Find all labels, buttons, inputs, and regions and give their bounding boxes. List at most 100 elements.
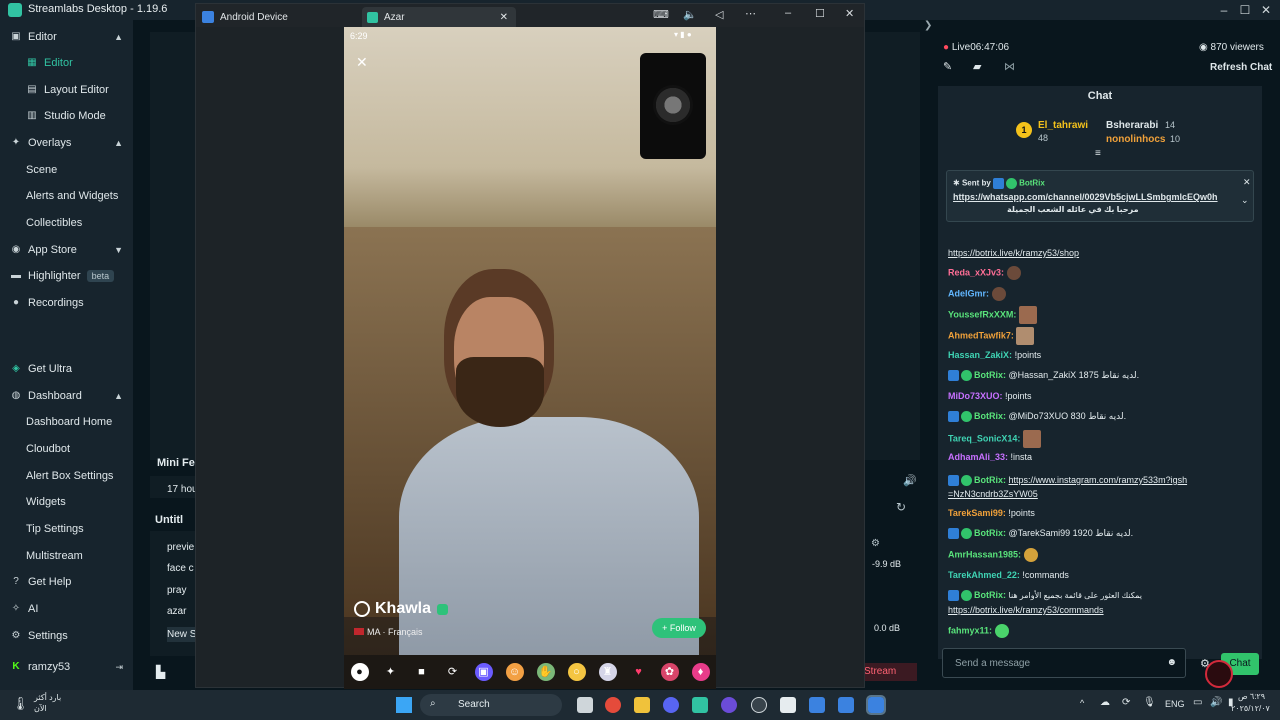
maximize-icon[interactable]: ☐ [815,7,825,20]
close-tab-icon[interactable]: ✕ [500,12,508,23]
trophy-icon[interactable]: ♜ [598,663,617,681]
weather-icon[interactable]: 🌡 [12,696,29,712]
mic-icon[interactable]: 🎙 [1143,697,1156,708]
camera-icon[interactable]: ■ [413,663,431,681]
volume-icon[interactable]: 🔊 [903,474,917,487]
file-explorer-icon[interactable] [634,697,650,713]
pinned-message[interactable]: ✱ Sent by BotRix ✕ https://whatsapp.com/… [946,170,1254,222]
edit-icon[interactable]: ✎ [943,60,952,73]
sidebar-item-highlighter[interactable]: ▬ Highlighter beta [0,263,133,289]
sidebar-item-overlays[interactable]: ✦ Overlays ▲ [0,130,133,156]
stats-icon[interactable]: ▙ [156,665,165,679]
switch-icon[interactable]: ⟳ [444,663,462,681]
sidebar-item-collectibles[interactable]: Collectibles [0,210,133,236]
logout-icon[interactable]: ⇥ [115,662,123,673]
chevron-down-icon[interactable]: ⌄ [1241,195,1249,206]
pray-icon[interactable]: ✋ [536,663,555,681]
chat-bubble-icon[interactable]: ● [350,663,369,681]
sidebar-item-settings[interactable]: ⚙ Settings [0,623,133,649]
chevron-up-icon[interactable]: ^ [1080,698,1084,708]
android-app-icon[interactable] [809,697,825,713]
collapse-leaderboard-icon[interactable]: ≡ [1095,148,1101,159]
sidebar-item-cloudbot[interactable]: Cloudbot [0,436,133,462]
sidebar-item-scene[interactable]: Scene [0,157,133,183]
clock-time[interactable]: ٦:٢٩ ص [1238,692,1265,701]
sticker-icon[interactable]: ✿ [660,663,679,681]
gift-icon[interactable]: ▣ [474,663,493,681]
task-view-icon[interactable] [577,697,593,713]
sidebar-item-tip-settings[interactable]: Tip Settings [0,516,133,542]
android-app-icon[interactable] [838,697,854,713]
sidebar-item-get-ultra[interactable]: ◈ Get Ultra [0,356,133,382]
sidebar-item-get-help[interactable]: ? Get Help [0,569,133,595]
sidebar-item-account[interactable]: Kramzy53 ⇥ [0,654,133,680]
sidebar-item-alerts-widgets[interactable]: Alerts and Widgets [0,183,133,209]
cloud-icon[interactable]: ☁ [1100,697,1110,708]
more-icon[interactable]: ⋯ [745,7,756,20]
sidebar-item-layout-editor[interactable]: ▤ Layout Editor [0,77,133,103]
tab-azar[interactable]: Azar ✕ [362,7,516,27]
chat-message[interactable]: https://botrix.live/k/ramzy53/commands [948,605,1104,615]
keyboard-icon[interactable]: ⌨ [653,8,669,21]
chat-message[interactable]: https://botrix.live/k/ramzy53/shop [948,248,1079,258]
sidebar-item-dashboard[interactable]: ◍ Dashboard ▲ [0,383,133,409]
sidebar-item-dashboard-home[interactable]: Dashboard Home [0,409,133,435]
source-item[interactable]: previe [167,542,194,553]
sidebar-item-recordings[interactable]: ● Recordings [0,290,133,316]
sidebar-item-app-store[interactable]: ◉ App Store ▼ [0,237,133,263]
pinned-link[interactable]: https://whatsapp.com/channel/0029Vb5cjwL… [953,192,1233,202]
share-icon[interactable]: ⋈ [1004,60,1015,73]
streamlabs-icon[interactable] [692,697,708,713]
magic-wand-icon[interactable]: ✦ [382,663,400,681]
android-app-icon[interactable] [866,695,886,715]
close-icon[interactable]: ✕ [1258,2,1274,18]
volume-icon[interactable]: 🔊 [1210,697,1222,708]
close-icon[interactable]: ✕ [356,54,368,71]
sidebar-item-alert-box-settings[interactable]: Alert Box Settings [0,463,133,489]
windows-start-icon[interactable] [396,697,412,713]
sidebar-item-editor[interactable]: ▣ Editor ▲ [0,24,133,50]
clock-date[interactable]: ٢٠٢٥/١٢/٠٧ [1231,704,1270,713]
maximize-icon[interactable]: ☐ [1237,2,1253,18]
settings-icon[interactable]: ⚙ [871,538,880,549]
sync-icon[interactable]: ⟳ [1122,697,1130,708]
expand-icon[interactable]: ❯ [924,20,932,31]
sidebar-item-widgets[interactable]: Widgets [0,489,133,515]
tab-android-device[interactable]: Android Device [202,7,352,27]
sidebar-item-multistream[interactable]: Multistream [0,543,133,569]
recording-indicator-icon[interactable] [1205,660,1233,688]
notepad-icon[interactable] [780,697,796,713]
refresh-icon[interactable]: ↻ [896,500,906,514]
source-item[interactable]: pray [167,585,186,596]
source-item[interactable]: azar [167,606,186,617]
sidebar-item-studio-mode[interactable]: ▥ Studio Mode [0,103,133,129]
sidebar-item-editor-sub[interactable]: ▦ Editor [0,50,133,76]
more-gifts-icon[interactable]: ♦ [691,663,710,681]
phone-screen[interactable]: 6:29 ▾ ▮ ● ✕ Khawla MA · Français + Foll… [344,27,716,689]
chrome-icon[interactable] [605,697,621,713]
close-icon[interactable]: ✕ [845,7,854,20]
profile-name[interactable]: Khawla [354,600,449,618]
heart-icon[interactable]: ♥ [630,663,648,681]
emoji-icon[interactable]: ☺ [505,663,524,681]
folder-icon[interactable]: ▰ [973,60,981,73]
follow-button[interactable]: + Follow [652,618,706,638]
network-icon[interactable]: ▭ [1193,697,1202,708]
source-item-selected[interactable]: New S [167,627,197,642]
back-icon[interactable]: ◁ [715,8,723,21]
unpin-icon[interactable]: ✕ [1243,177,1251,188]
volume-icon[interactable]: 🔈 [683,8,697,21]
taskbar-search[interactable]: ⌕ Search [420,694,562,716]
minimize-icon[interactable]: – [1216,2,1232,18]
source-item[interactable]: face c [167,563,194,574]
sidebar-item-ai[interactable]: ✧ AI [0,596,133,622]
chat-input[interactable]: Send a message ☻ [942,648,1186,678]
obs-icon[interactable] [751,697,767,713]
go-live-button[interactable]: Stream [861,663,917,681]
refresh-chat-button[interactable]: Refresh Chat [1210,62,1272,73]
self-camera-preview[interactable] [640,53,706,159]
wow-icon[interactable]: ○ [567,663,586,681]
discord-icon[interactable] [663,697,679,713]
emoji-icon[interactable]: ☻ [1166,657,1177,668]
minimize-icon[interactable]: – [785,7,791,19]
